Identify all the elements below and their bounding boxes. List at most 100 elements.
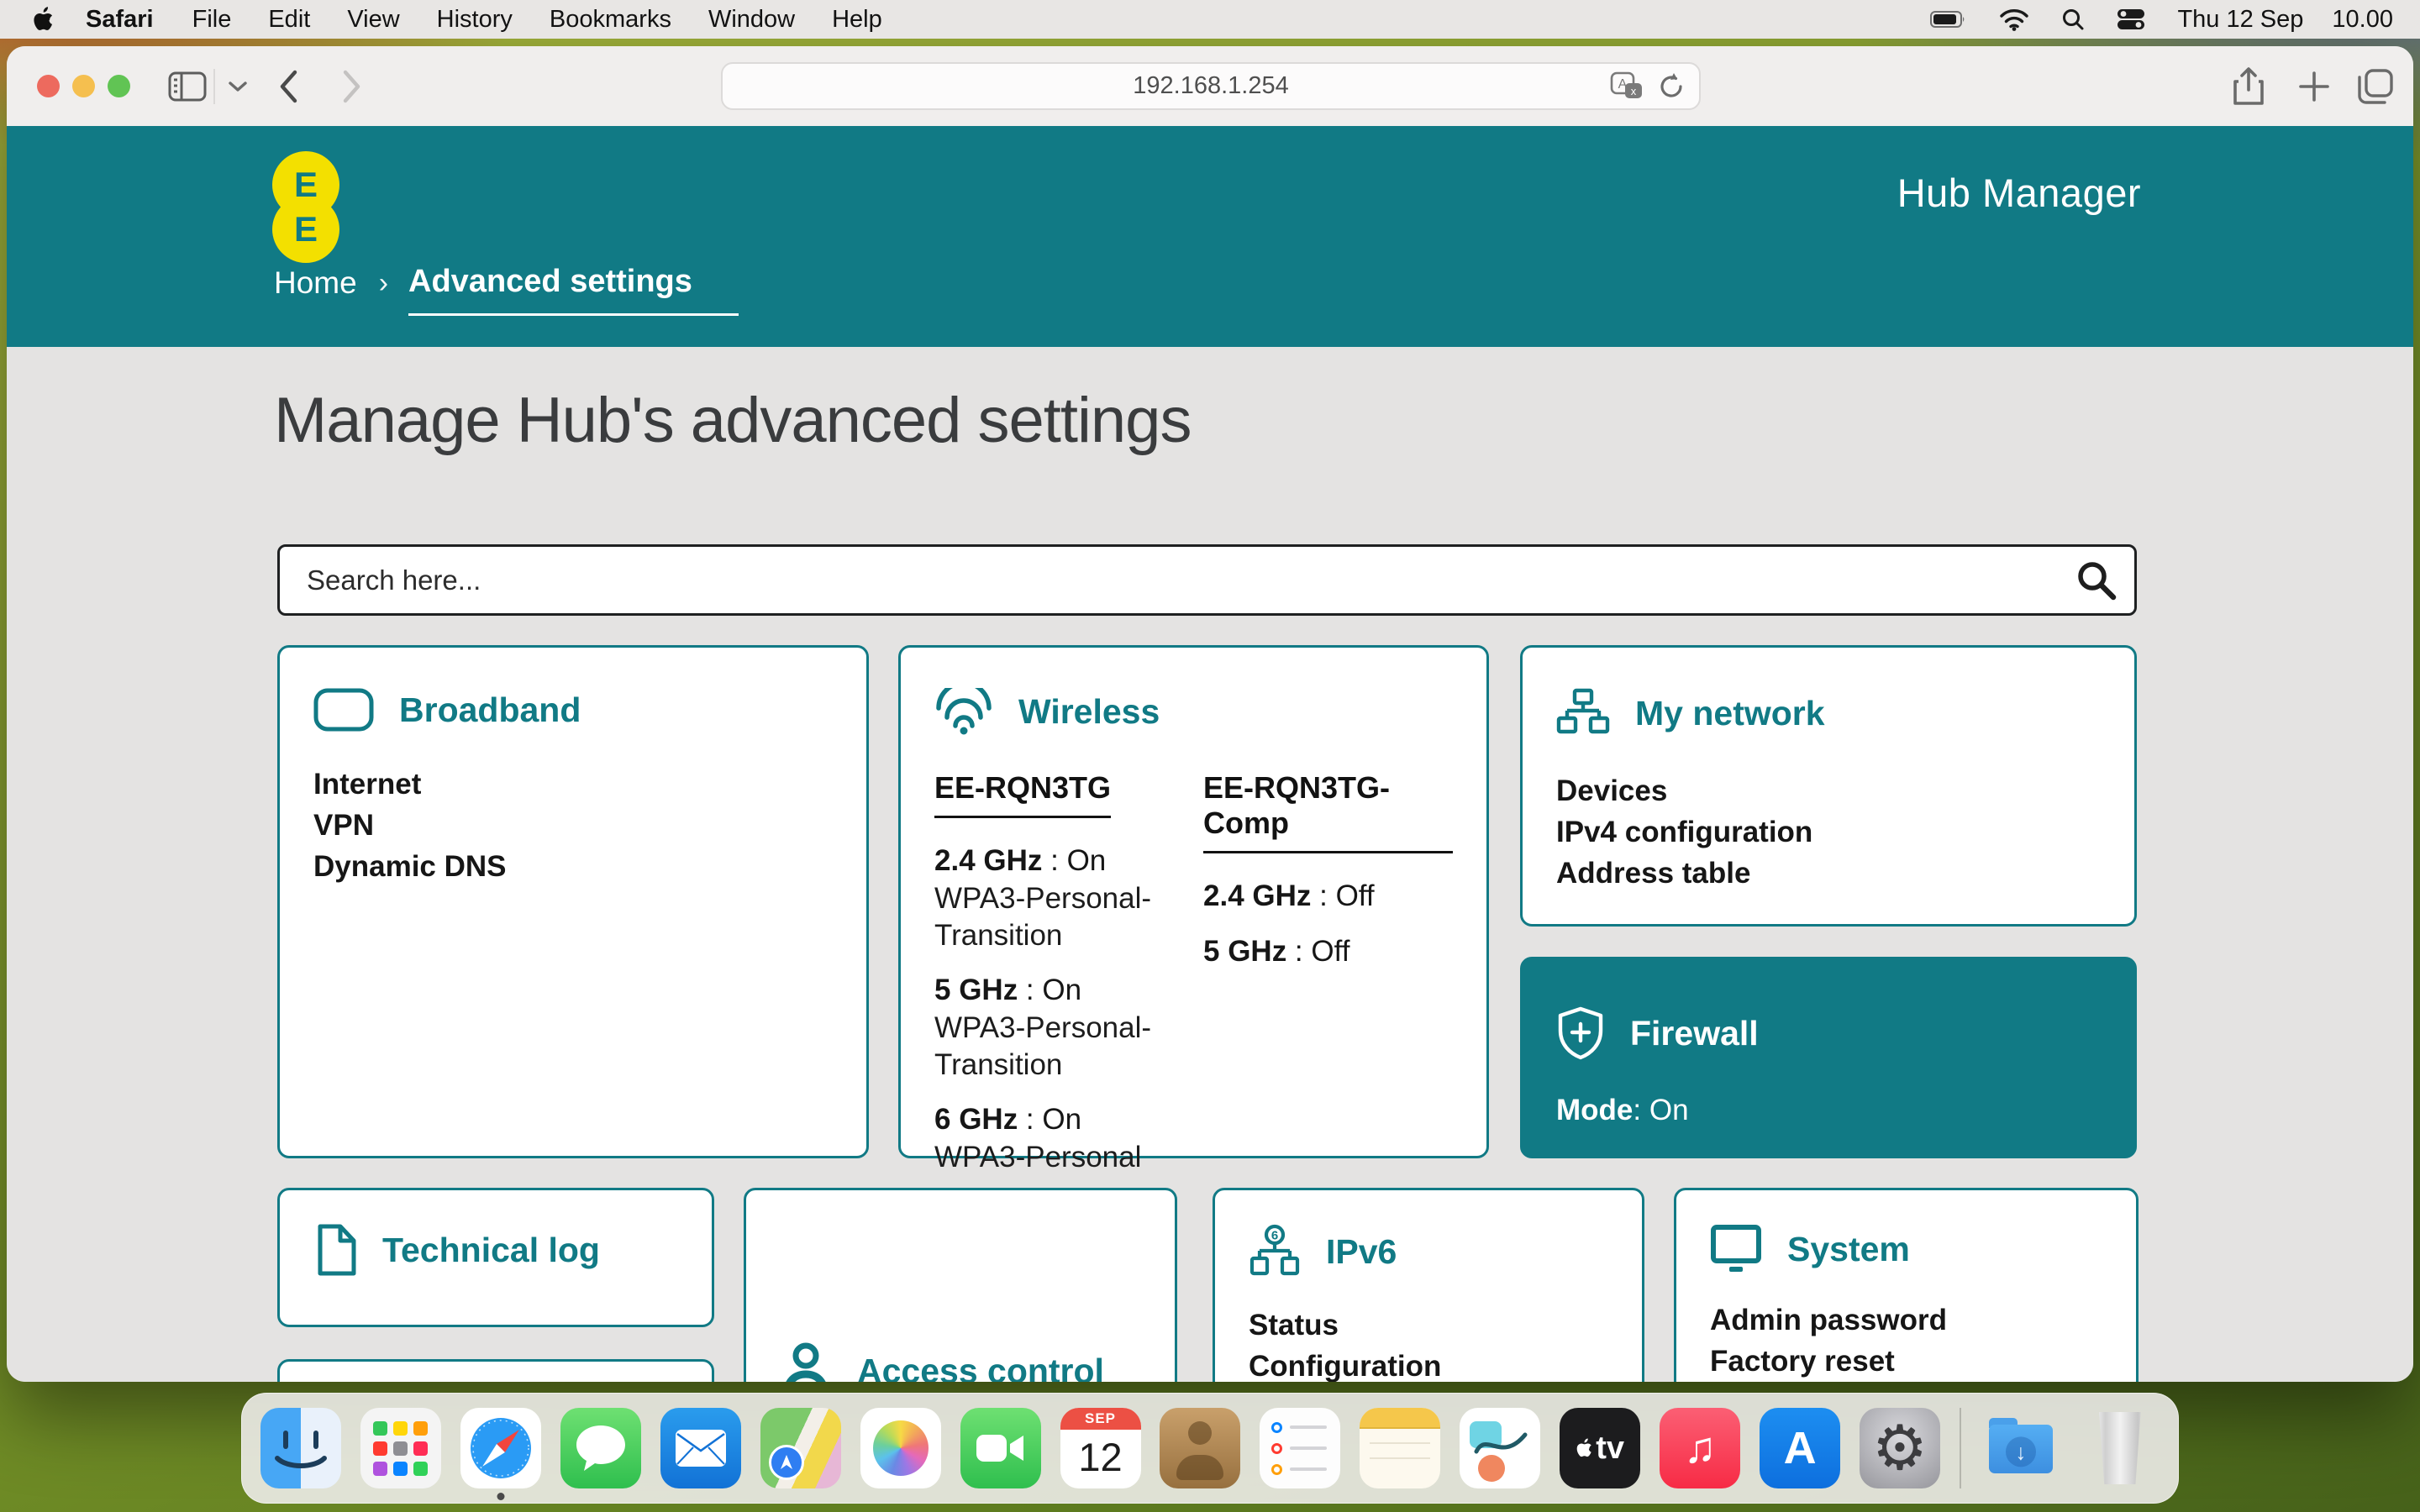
new-tab-icon[interactable] [2297,46,2331,126]
ipv6-links: StatusConfiguration [1249,1305,1608,1382]
ssid-link[interactable]: EE-RQN3TG [934,770,1111,818]
card-title[interactable]: System [1787,1230,1910,1269]
back-button[interactable] [277,46,299,126]
reload-icon[interactable] [1657,71,1686,102]
dock-finder-icon[interactable] [260,1408,341,1488]
dock-launchpad-icon[interactable] [360,1408,441,1488]
card-link[interactable]: VPN [313,805,833,846]
dock-appletv-icon[interactable]: tv [1560,1408,1640,1488]
svg-text:x: x [1631,85,1637,97]
card-title[interactable]: Technical log [382,1231,600,1270]
band-label: 5 GHz [934,974,1018,1006]
ee-logo[interactable]: E E [272,151,339,263]
dock-trash-icon[interactable] [2094,1412,2146,1484]
band-state: : On [1042,844,1106,877]
breadcrumb-current[interactable]: Advanced settings [408,260,739,316]
dock-reminders-icon[interactable] [1260,1408,1340,1488]
search-button[interactable] [2059,547,2134,613]
menu-app-name[interactable]: Safari [66,6,174,34]
close-window-button[interactable] [37,75,60,97]
breadcrumb: Home › Advanced settings [274,260,739,316]
control-center-icon[interactable] [2117,8,2145,30]
breadcrumb-home-link[interactable]: Home [274,265,357,301]
dock-freeform-icon[interactable] [1460,1408,1540,1488]
dock-mail-icon[interactable] [660,1408,741,1488]
ipv6-icon: 6 [1249,1224,1301,1279]
menu-date[interactable]: Thu 12 Sep [2177,6,2303,34]
card-link[interactable]: Status [1249,1305,1608,1346]
card-link[interactable]: Dynamic DNS [313,846,833,887]
dock-photos-icon[interactable] [860,1408,941,1488]
dock-appstore-icon[interactable]: A [1760,1408,1840,1488]
card-link[interactable]: Configuration [1249,1346,1608,1382]
share-icon[interactable] [2232,46,2265,126]
dock-maps-icon[interactable] [760,1408,841,1488]
person-icon [780,1341,832,1382]
band-label: 2.4 GHz [1203,879,1311,912]
dock-downloads-icon[interactable]: ↓ [1981,1408,2061,1488]
card-title[interactable]: My network [1635,694,1825,733]
card-wireless: Wireless EE-RQN3TG 2.4 GHz : On [898,645,1489,1158]
firewall-shield-icon [1556,1006,1605,1060]
card-title[interactable]: Wireless [1018,692,1160,732]
download-arrow-glyph: ↓ [2006,1436,2036,1467]
band-state: : On [1018,1103,1081,1136]
page-content: Manage Hub's advanced settings Broadband… [7,347,2413,1382]
card-firewall[interactable]: Firewall Mode: On [1520,957,2137,1158]
menu-item[interactable]: History [418,6,531,34]
menu-item[interactable]: Help [813,6,901,34]
menu-item[interactable]: Edit [250,6,329,34]
menu-item[interactable]: Bookmarks [531,6,690,34]
spotlight-icon[interactable] [2061,8,2085,31]
card-title[interactable]: Access control [857,1352,1104,1383]
menu-item[interactable]: File [174,6,250,34]
monitor-icon [1710,1224,1762,1274]
system-links: Admin passwordFactory reset [1710,1299,2102,1382]
dock-safari-icon[interactable] [460,1408,541,1488]
minimize-window-button[interactable] [72,75,95,97]
apple-menu-icon[interactable] [32,7,54,32]
menu-item[interactable]: View [329,6,418,34]
ssid-link[interactable]: EE-RQN3TG-Comp [1203,770,1453,853]
site-header: E E Hub Manager Home › Advanced settings [7,126,2413,347]
band-label: 5 GHz [1203,935,1286,968]
zoom-window-button[interactable] [108,75,130,97]
menu-item[interactable]: Window [690,6,813,34]
address-bar[interactable]: 192.168.1.254 Ax [721,62,1701,110]
forward-button[interactable] [341,46,363,126]
band-groups: 2.4 GHz : On WPA3-Personal-Transition [934,842,1203,1176]
card-partial [277,1359,714,1382]
firewall-mode-value: : On [1633,1094,1688,1126]
band-state: : On [1018,974,1081,1006]
sidebar-chevron-icon[interactable] [227,46,249,126]
dock-calendar-icon[interactable]: SEP 12 [1060,1408,1141,1488]
card-title[interactable]: Firewall [1630,1014,1759,1053]
gear-glyph: ⚙ [1872,1412,1928,1484]
wireless-network-column: EE-RQN3TG-Comp 2.4 GHz : Off [1203,770,1453,1193]
card-link[interactable]: IPv4 configuration [1556,811,2101,853]
band-group: 5 GHz : Off [1203,932,1453,971]
dock-music-icon[interactable]: ♫ [1660,1408,1740,1488]
menu-time[interactable]: 10.00 [2332,6,2393,34]
tab-overview-icon[interactable] [2356,46,2395,126]
dock-messages-icon[interactable] [560,1408,641,1488]
battery-icon[interactable] [1930,10,1967,29]
translate-icon[interactable]: Ax [1610,71,1644,102]
security-lines: WPA3-Personal-Transition [934,880,1203,954]
dock-settings-icon[interactable]: ⚙ [1860,1408,1940,1488]
search-input[interactable] [280,564,2059,596]
card-link[interactable]: Factory reset [1710,1341,2102,1382]
card-link[interactable]: Devices [1556,770,2101,811]
card-link[interactable]: Admin password [1710,1299,2102,1341]
card-title[interactable]: IPv6 [1326,1232,1397,1272]
ipv6-badge: 6 [1271,1229,1278,1243]
sidebar-toggle-icon[interactable] [168,46,207,126]
wifi-status-icon[interactable] [1999,8,2029,31]
dock-contacts-icon[interactable] [1160,1408,1240,1488]
dock-notes-icon[interactable] [1360,1408,1440,1488]
card-title[interactable]: Broadband [399,690,581,730]
card-link[interactable]: Address table [1556,853,2101,894]
dock: SEP 12 tv ♫ A ⚙ ↓ [241,1393,2179,1504]
card-link[interactable]: Internet [313,764,833,805]
dock-facetime-icon[interactable] [960,1408,1041,1488]
